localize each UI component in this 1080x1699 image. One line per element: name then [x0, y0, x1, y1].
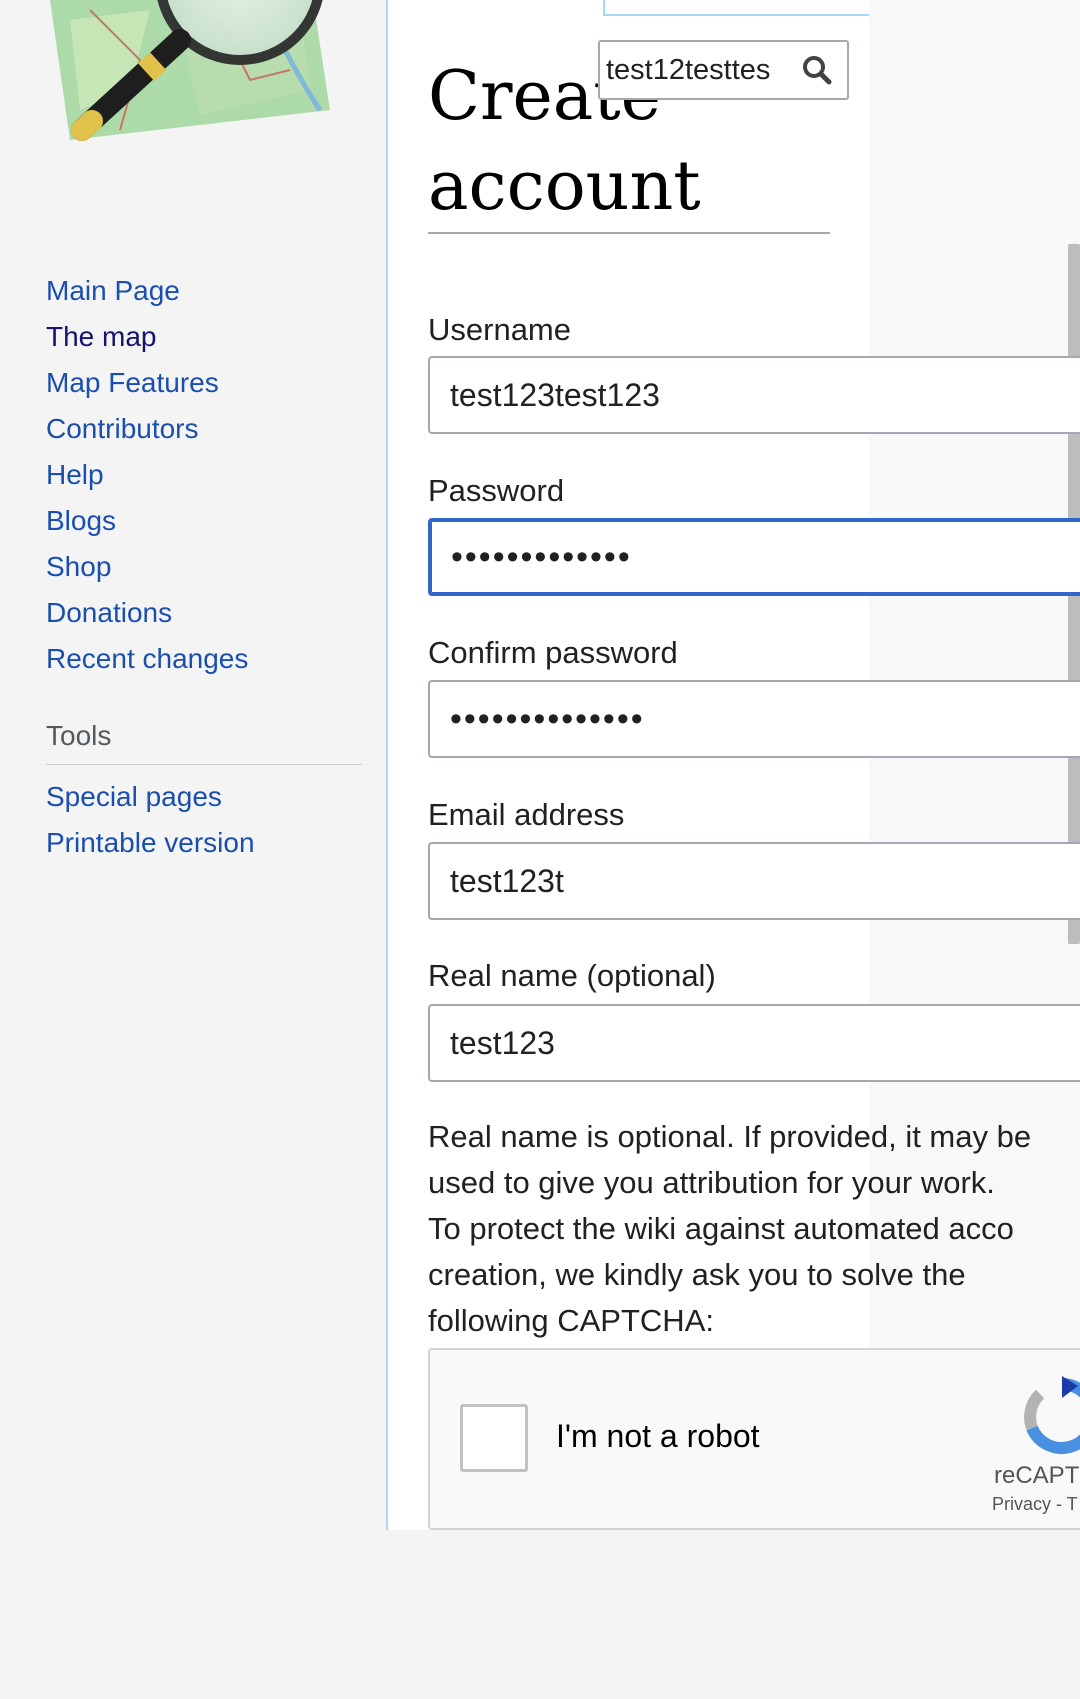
nav-item: Special pages	[46, 774, 255, 820]
recaptcha-widget: I'm not a robot reCAPTC Privacy - T	[428, 1348, 1080, 1530]
nav-link-donations[interactable]: Donations	[46, 597, 172, 628]
nav-link-map-features[interactable]: Map Features	[46, 367, 219, 398]
recaptcha-logo-icon	[1024, 1376, 1080, 1454]
main-navigation: Main Page The map Map Features Contribut…	[46, 268, 248, 682]
real-name-field[interactable]	[428, 1004, 1080, 1082]
page-footer-area	[0, 1530, 1080, 1699]
sidebar: Main Page The map Map Features Contribut…	[0, 0, 386, 1530]
password-field[interactable]	[428, 518, 1080, 596]
email-field[interactable]	[428, 842, 1080, 920]
help-text: Real name is optional. If provided, it m…	[428, 1114, 1080, 1344]
captcha-checkbox[interactable]	[460, 1404, 528, 1472]
nav-link-special-pages[interactable]: Special pages	[46, 781, 222, 812]
help-text-line: used to give you attribution for your wo…	[428, 1165, 995, 1200]
search-box	[598, 40, 849, 100]
nav-item: Contributors	[46, 406, 248, 452]
nav-item: Map Features	[46, 360, 248, 406]
help-text-line: following CAPTCHA:	[428, 1303, 714, 1338]
help-text-line: To protect the wiki against automated ac…	[428, 1211, 1014, 1246]
recaptcha-brand: reCAPTC	[994, 1462, 1080, 1489]
tools-navigation: Special pages Printable version	[46, 774, 255, 866]
search-input[interactable]	[606, 53, 792, 87]
real-name-label: Real name (optional)	[428, 958, 716, 993]
nav-item: The map	[46, 314, 248, 360]
nav-item: Printable version	[46, 820, 255, 866]
top-tab-border	[603, 0, 869, 16]
nav-link-main-page[interactable]: Main Page	[46, 275, 180, 306]
username-label: Username	[428, 312, 571, 347]
tools-divider	[46, 764, 362, 765]
nav-item: Donations	[46, 590, 248, 636]
nav-link-shop[interactable]: Shop	[46, 551, 111, 582]
search-icon	[803, 56, 832, 85]
tools-heading: Tools	[46, 720, 112, 751]
confirm-password-field[interactable]	[428, 680, 1080, 758]
nav-link-the-map[interactable]: The map	[46, 321, 157, 352]
nav-link-contributors[interactable]: Contributors	[46, 413, 199, 444]
nav-link-blogs[interactable]: Blogs	[46, 505, 116, 536]
nav-item: Recent changes	[46, 636, 248, 682]
confirm-password-label: Confirm password	[428, 635, 678, 670]
recaptcha-privacy-links[interactable]: Privacy - T	[992, 1494, 1078, 1515]
title-underline	[428, 232, 830, 234]
email-label: Email address	[428, 797, 625, 832]
nav-item: Help	[46, 452, 248, 498]
password-label: Password	[428, 473, 565, 508]
nav-item: Shop	[46, 544, 248, 590]
captcha-label: I'm not a robot	[556, 1418, 760, 1454]
nav-link-printable-version[interactable]: Printable version	[46, 827, 255, 858]
nav-link-recent-changes[interactable]: Recent changes	[46, 643, 248, 674]
site-logo[interactable]	[30, 0, 350, 170]
username-field[interactable]	[428, 356, 1080, 434]
nav-item: Main Page	[46, 268, 248, 314]
help-text-line: Real name is optional. If provided, it m…	[428, 1119, 1032, 1154]
search-button[interactable]	[792, 45, 842, 95]
help-text-line: creation, we kindly ask you to solve the	[428, 1257, 966, 1292]
nav-link-help[interactable]: Help	[46, 459, 104, 490]
nav-item: Blogs	[46, 498, 248, 544]
